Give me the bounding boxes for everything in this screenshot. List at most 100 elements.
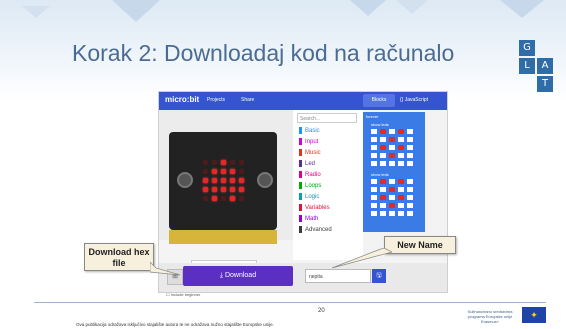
- toolbox-item-input[interactable]: Input: [299, 138, 318, 145]
- led-cell[interactable]: [398, 211, 404, 216]
- led-cell[interactable]: [407, 161, 413, 166]
- category-swatch: [299, 204, 302, 211]
- led-cell[interactable]: [407, 203, 413, 208]
- button-a[interactable]: [177, 172, 193, 188]
- simulator-panel: ■↻❚♪⛶: [159, 110, 293, 276]
- led-cell[interactable]: [398, 195, 404, 200]
- led: [230, 178, 235, 183]
- beginner-checkbox[interactable]: ☐ Include beginner: [166, 292, 200, 297]
- led-cell[interactable]: [407, 129, 413, 134]
- led-cell[interactable]: [407, 195, 413, 200]
- logo-letter: G: [519, 40, 535, 56]
- blocks-tab[interactable]: Blocks: [363, 94, 395, 107]
- share-button[interactable]: Share: [241, 97, 254, 103]
- led-cell[interactable]: [380, 203, 386, 208]
- led-cell[interactable]: [398, 161, 404, 166]
- led-cell[interactable]: [389, 137, 395, 142]
- led-cell[interactable]: [371, 153, 377, 158]
- led-cell[interactable]: [389, 211, 395, 216]
- toolbox-item-radio[interactable]: Radio: [299, 171, 321, 178]
- led-cell[interactable]: [407, 179, 413, 184]
- led-cell[interactable]: [380, 129, 386, 134]
- forever-block[interactable]: forever show leds show leds: [363, 112, 425, 232]
- led-cell[interactable]: [380, 145, 386, 150]
- save-button[interactable]: 🖫: [372, 269, 386, 283]
- microbit-logo[interactable]: micro:bit: [165, 95, 199, 104]
- toolbox-item-math[interactable]: Math: [299, 215, 318, 222]
- led-cell[interactable]: [389, 161, 395, 166]
- led-cell[interactable]: [380, 211, 386, 216]
- led-cell[interactable]: [407, 145, 413, 150]
- led-cell[interactable]: [398, 153, 404, 158]
- led: [230, 160, 235, 165]
- show-leds-label: show leds: [371, 172, 389, 177]
- decor-triangle: [396, 0, 428, 14]
- led-cell[interactable]: [389, 129, 395, 134]
- footer-disclaimer: Ova publikacija odražava isključivo staj…: [76, 322, 274, 327]
- led-cell[interactable]: [371, 161, 377, 166]
- decor-triangle: [500, 0, 544, 18]
- toolbox-item-music[interactable]: Music: [299, 149, 321, 156]
- led-cell[interactable]: [380, 161, 386, 166]
- led-cell[interactable]: [371, 195, 377, 200]
- led-cell[interactable]: [407, 153, 413, 158]
- toolbox-item-basic[interactable]: Basic: [299, 127, 320, 134]
- led: [203, 187, 208, 192]
- led-cell[interactable]: [398, 179, 404, 184]
- led-cell[interactable]: [398, 129, 404, 134]
- led-cell[interactable]: [398, 145, 404, 150]
- search-input[interactable]: Search...: [297, 113, 357, 123]
- led-cell[interactable]: [380, 187, 386, 192]
- led-cell[interactable]: [389, 153, 395, 158]
- led: [221, 178, 226, 183]
- led: [239, 160, 244, 165]
- toolbox-item-led[interactable]: Led: [299, 160, 315, 167]
- led-cell[interactable]: [389, 203, 395, 208]
- toolbox-item-advanced[interactable]: Advanced: [299, 226, 332, 233]
- download-button[interactable]: ⤓ Download: [183, 266, 293, 286]
- led-cell[interactable]: [407, 211, 413, 216]
- category-swatch: [299, 182, 302, 189]
- led-cell[interactable]: [380, 179, 386, 184]
- toolbox-item-loops[interactable]: Loops: [299, 182, 321, 189]
- led-cell[interactable]: [389, 195, 395, 200]
- led-cell[interactable]: [398, 203, 404, 208]
- led-grid-2: [371, 179, 413, 216]
- led-cell[interactable]: [371, 137, 377, 142]
- led-cell[interactable]: [371, 187, 377, 192]
- led-cell[interactable]: [389, 145, 395, 150]
- led-cell[interactable]: [371, 145, 377, 150]
- makecode-screenshot: micro:bit Projects Share Blocks {} JavaS…: [158, 91, 448, 293]
- led-cell[interactable]: [407, 137, 413, 142]
- project-name-input[interactable]: nepita: [305, 269, 371, 283]
- led-cell[interactable]: [371, 129, 377, 134]
- led-cell[interactable]: [371, 211, 377, 216]
- callout-pointer: [331, 248, 392, 269]
- toolbox-item-logic[interactable]: Logic: [299, 193, 319, 200]
- led: [239, 178, 244, 183]
- led-cell[interactable]: [380, 153, 386, 158]
- toolbox-item-label: Radio: [305, 172, 321, 179]
- led-cell[interactable]: [407, 187, 413, 192]
- toolbox-item-label: Advanced: [305, 227, 332, 234]
- led-cell[interactable]: [380, 195, 386, 200]
- footer-divider: [34, 302, 546, 303]
- projects-button[interactable]: Projects: [207, 97, 225, 103]
- led: [212, 187, 217, 192]
- led-cell[interactable]: [389, 179, 395, 184]
- led: [203, 196, 208, 201]
- led-cell[interactable]: [371, 179, 377, 184]
- led: [212, 160, 217, 165]
- led-cell[interactable]: [398, 137, 404, 142]
- led-cell[interactable]: [371, 203, 377, 208]
- led: [203, 178, 208, 183]
- led-grid-1: [371, 129, 413, 166]
- download-hex-callout: Download hex file: [84, 243, 154, 271]
- led-cell[interactable]: [380, 137, 386, 142]
- led-cell[interactable]: [398, 187, 404, 192]
- category-swatch: [299, 193, 302, 200]
- button-b[interactable]: [257, 172, 273, 188]
- led-cell[interactable]: [389, 187, 395, 192]
- toolbox-item-variables[interactable]: Variables: [299, 204, 330, 211]
- javascript-tab[interactable]: {} JavaScript: [400, 97, 428, 103]
